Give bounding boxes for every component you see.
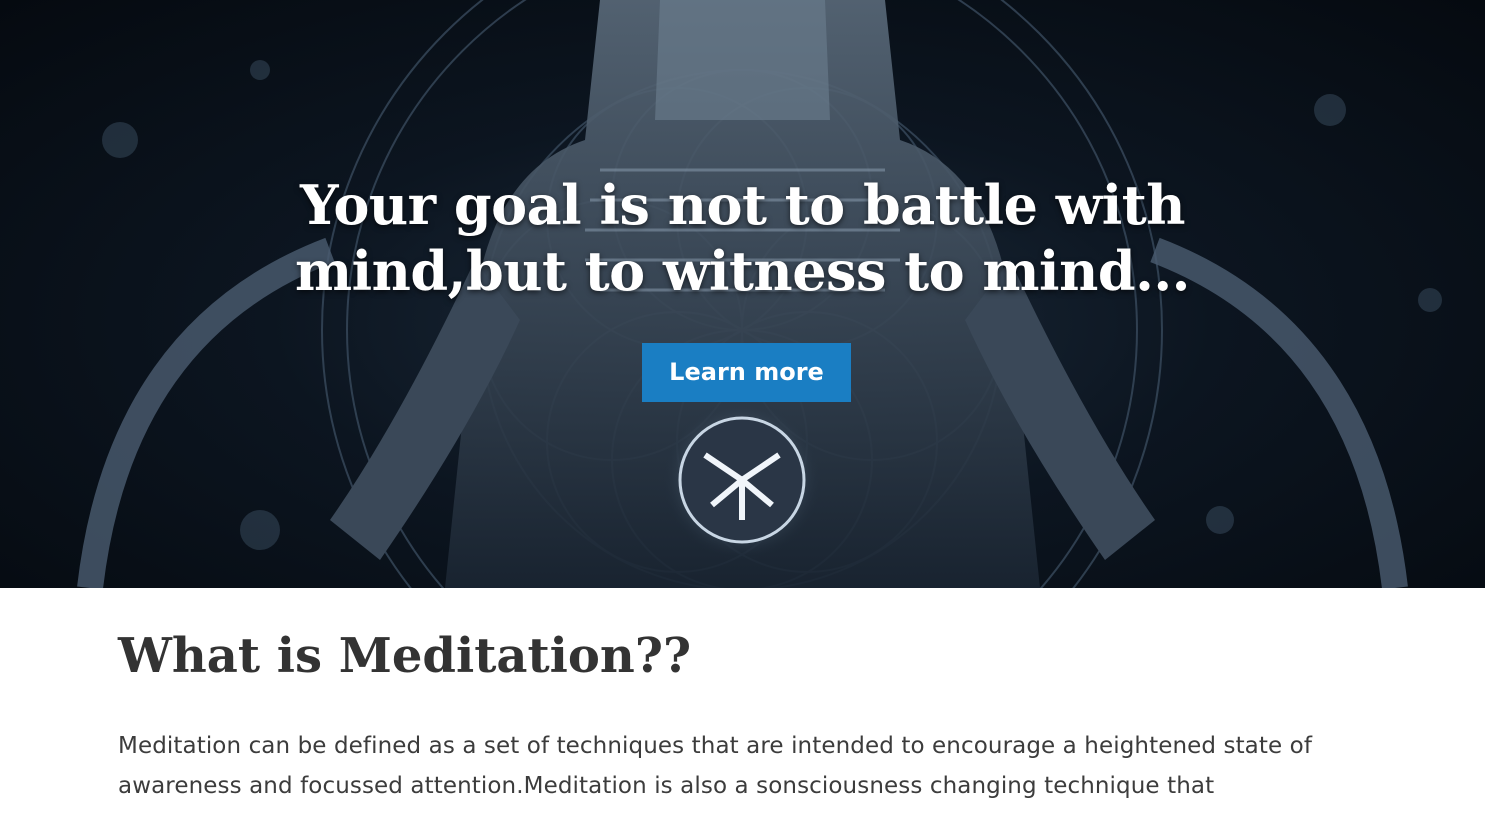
hero-banner: Your goal is not to battle with mind,but… xyxy=(0,0,1485,588)
learn-more-button[interactable]: Learn more xyxy=(642,343,851,402)
section-title: What is Meditation?? xyxy=(118,628,692,684)
hero-headline-line-2: mind,but to witness to mind... xyxy=(295,239,1190,303)
section-body-text: Meditation can be defined as a set of te… xyxy=(118,733,1313,799)
hero-headline-line-1: Your goal is not to battle with xyxy=(300,173,1185,237)
hero-headline: Your goal is not to battle with mind,but… xyxy=(0,172,1485,304)
